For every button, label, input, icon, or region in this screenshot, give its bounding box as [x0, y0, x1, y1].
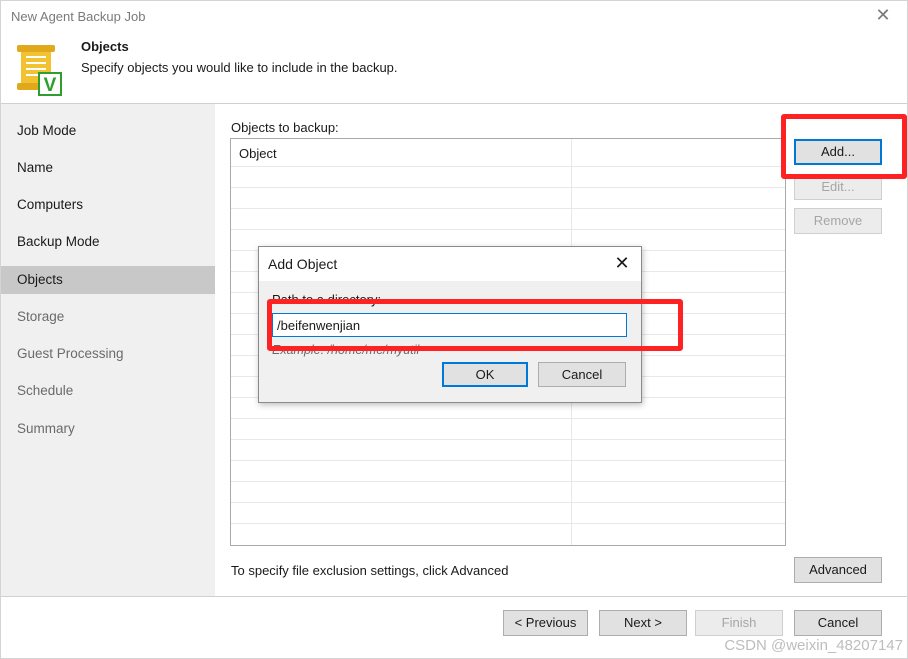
sidebar-item-summary[interactable]: Summary — [1, 415, 215, 443]
path-field-label: Path to a directory: — [272, 292, 382, 307]
table-row — [231, 523, 785, 524]
cancel-button[interactable]: Cancel — [794, 610, 882, 636]
next-button[interactable]: Next > — [599, 610, 687, 636]
column-header-object[interactable]: Object — [239, 146, 277, 161]
finish-button[interactable]: Finish — [695, 610, 783, 636]
title-bar: New Agent Backup Job ✕ — [1, 1, 907, 33]
footer-divider — [1, 596, 907, 597]
table-row — [231, 187, 785, 188]
edit-button[interactable]: Edit... — [794, 174, 882, 200]
previous-button[interactable]: < Previous — [503, 610, 588, 636]
dialog-title: Add Object — [268, 256, 338, 272]
dialog-ok-button[interactable]: OK — [442, 362, 528, 387]
table-row — [231, 502, 785, 503]
add-button[interactable]: Add... — [794, 139, 882, 165]
sidebar-item-job-mode[interactable]: Job Mode — [1, 117, 215, 145]
step-header: V Objects Specify objects you would like… — [1, 33, 907, 103]
table-row — [231, 229, 785, 230]
table-row — [231, 208, 785, 209]
sidebar-item-name[interactable]: Name — [1, 154, 215, 182]
remove-button[interactable]: Remove — [794, 208, 882, 234]
table-row — [231, 166, 785, 167]
table-row — [231, 460, 785, 461]
dialog-title-bar: Add Object ✕ — [259, 247, 641, 281]
sidebar-item-schedule[interactable]: Schedule — [1, 377, 215, 405]
table-row — [231, 439, 785, 440]
close-icon[interactable]: ✕ — [873, 5, 893, 25]
path-example-text: Example: /home/me/myutil — [272, 343, 420, 357]
sidebar-item-objects[interactable]: Objects — [1, 266, 215, 294]
table-row — [231, 481, 785, 482]
sidebar-item-guest-processing[interactable]: Guest Processing — [1, 340, 215, 368]
step-subtitle: Specify objects you would like to includ… — [81, 60, 398, 75]
wizard-window: New Agent Backup Job ✕ V Objects Specify… — [0, 0, 908, 659]
step-title: Objects — [81, 39, 129, 54]
icon-mark: V — [44, 75, 57, 96]
path-input[interactable] — [272, 313, 627, 337]
sidebar-item-backup-mode[interactable]: Backup Mode — [1, 228, 215, 256]
add-object-dialog: Add Object ✕ Path to a directory: Exampl… — [258, 246, 642, 403]
exclusion-info-text: To specify file exclusion settings, clic… — [231, 563, 509, 578]
dialog-close-icon[interactable]: ✕ — [611, 252, 633, 274]
sidebar-item-computers[interactable]: Computers — [1, 191, 215, 219]
watermark-text: CSDN @weixin_48207147 — [724, 637, 903, 654]
wizard-steps-sidebar: Job Mode Name Computers Backup Mode Obje… — [1, 104, 215, 596]
window-title: New Agent Backup Job — [11, 9, 146, 24]
dialog-cancel-button[interactable]: Cancel — [538, 362, 626, 387]
objects-to-backup-label: Objects to backup: — [231, 120, 339, 135]
sidebar-item-storage[interactable]: Storage — [1, 303, 215, 331]
table-row — [231, 418, 785, 419]
advanced-button[interactable]: Advanced — [794, 557, 882, 583]
veeam-scroll-check-icon: V — [17, 45, 62, 96]
